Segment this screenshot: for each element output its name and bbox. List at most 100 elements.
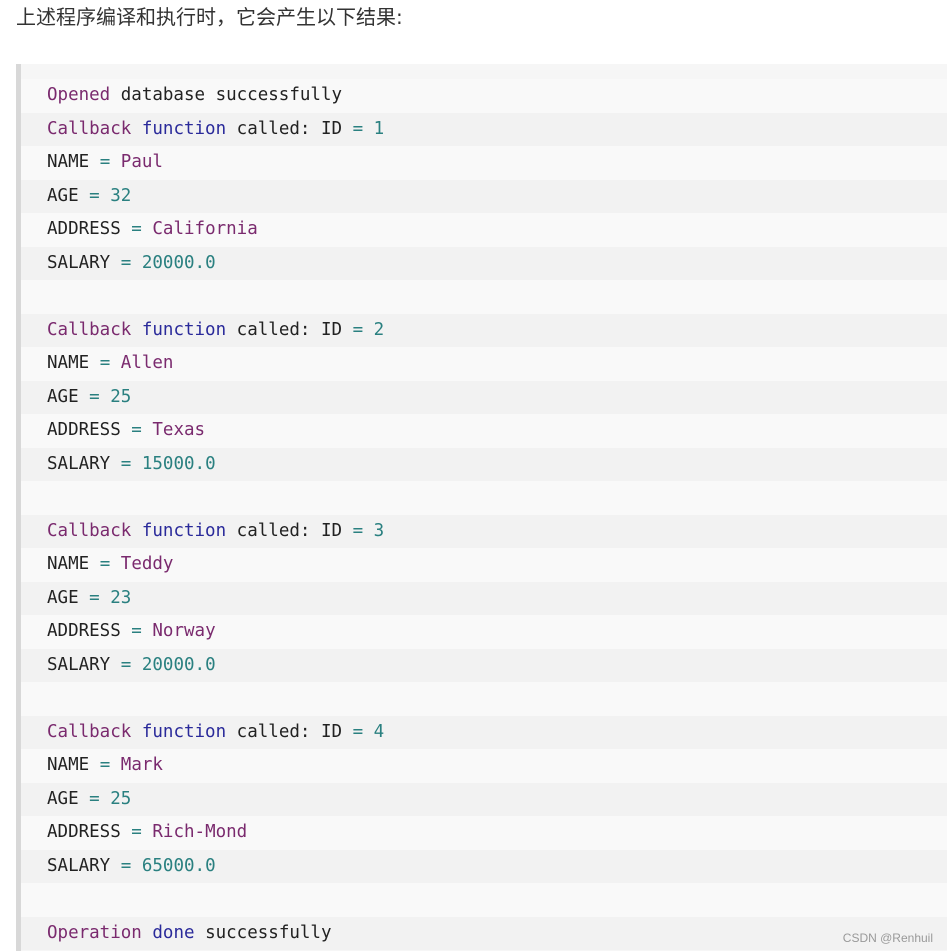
code-token: called: ID (226, 721, 353, 742)
code-token: function (141, 319, 227, 340)
code-line: NAME = Allen (21, 347, 947, 381)
code-token: NAME (47, 152, 100, 172)
code-token: successfully (194, 922, 332, 943)
code-token: ADDRESS (47, 822, 132, 842)
code-line: Callback function called: ID = 3 (21, 514, 947, 548)
code-token: SALARY (47, 453, 121, 474)
code-token: function (141, 721, 227, 742)
code-token: = (99, 152, 111, 172)
code-token: 65000.0 (141, 855, 216, 876)
code-line (21, 883, 947, 917)
code-line: ADDRESS = Norway (21, 615, 947, 649)
code-token: called: ID (226, 319, 353, 340)
code-token: SALARY (47, 654, 121, 675)
code-line: ADDRESS = Rich-Mond (21, 816, 947, 850)
code-line (21, 280, 947, 314)
code-line: NAME = Paul (21, 146, 947, 180)
code-line: SALARY = 20000.0 (21, 648, 947, 682)
code-output-block[interactable]: Opened database successfully Callback fun… (16, 64, 947, 951)
code-token: = (89, 386, 100, 407)
code-token: = (99, 353, 111, 373)
code-line (21, 481, 947, 515)
code-token: NAME (47, 353, 100, 373)
code-token: = (120, 252, 132, 273)
code-line (21, 682, 947, 716)
code-token: = (131, 621, 142, 641)
code-token: = (120, 855, 132, 876)
code-token: 20000.0 (141, 654, 216, 675)
code-line: AGE = 32 (21, 179, 947, 213)
code-line: Callback function called: ID = 2 (21, 313, 947, 347)
code-token: Mark (120, 755, 163, 775)
code-token: AGE (47, 386, 90, 407)
code-token: AGE (47, 185, 90, 206)
code-token: Operation (47, 922, 142, 943)
code-token: = (120, 453, 132, 474)
code-token: AGE (47, 788, 90, 809)
code-token: = (89, 185, 100, 206)
code-token: = (120, 654, 132, 675)
code-token: called: ID (226, 118, 353, 139)
code-token: function (141, 520, 227, 541)
code-token: 15000.0 (141, 453, 216, 474)
code-token: = (89, 788, 100, 809)
code-line: SALARY = 65000.0 (21, 849, 947, 883)
code-token: Rich-Mond (152, 822, 248, 842)
code-line: Operation done successfully (21, 916, 947, 950)
code-line: ADDRESS = California (21, 213, 947, 247)
code-line: Opened database successfully (21, 79, 947, 113)
code-token: NAME (47, 755, 100, 775)
code-token: 32 (110, 185, 132, 206)
code-token: 1 (373, 118, 385, 139)
code-token: Opened (47, 85, 111, 105)
code-token: database successfully (110, 85, 343, 105)
code-line: SALARY = 15000.0 (21, 447, 947, 481)
code-token: 3 (373, 520, 385, 541)
code-line: SALARY = 20000.0 (21, 246, 947, 280)
code-line: Callback function called: ID = 4 (21, 715, 947, 749)
code-token: 20000.0 (141, 252, 216, 273)
code-token: Callback (47, 319, 132, 340)
code-line: NAME = Mark (21, 749, 947, 783)
code-token: = (89, 587, 100, 608)
code-token: Callback (47, 520, 132, 541)
code-token: 2 (373, 319, 385, 340)
code-token: SALARY (47, 855, 121, 876)
code-line: ADDRESS = Texas (21, 414, 947, 448)
code-token: AGE (47, 587, 90, 608)
code-token: Teddy (120, 554, 174, 574)
code-token: SALARY (47, 252, 121, 273)
code-token: called: ID (226, 520, 353, 541)
code-token: = (352, 520, 364, 541)
code-token: Callback (47, 118, 132, 139)
code-token: 25 (110, 788, 132, 809)
code-token: Paul (120, 152, 163, 172)
code-token: Norway (152, 621, 216, 641)
code-line: NAME = Teddy (21, 548, 947, 582)
code-lines: Opened database successfully Callback fun… (21, 79, 947, 950)
intro-paragraph: 上述程序编译和执行时，它会产生以下结果: (16, 5, 403, 29)
code-token: NAME (47, 554, 100, 574)
code-line: AGE = 23 (21, 581, 947, 615)
